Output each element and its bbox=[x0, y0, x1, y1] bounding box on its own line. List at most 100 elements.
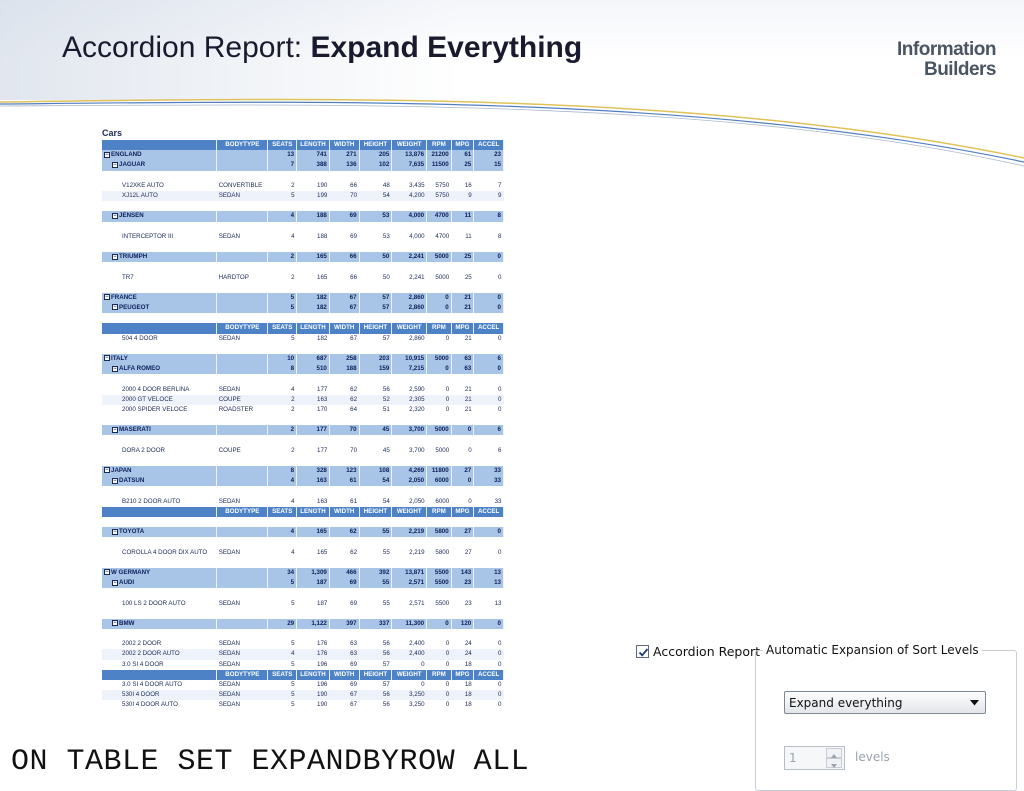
cell-height: 50 bbox=[382, 273, 390, 281]
table-row: 504 4 DOOR SEDAN 5 182 67 57 2,860 0 21 0 bbox=[102, 334, 504, 344]
cell-mpg: 27 bbox=[451, 466, 475, 477]
cell-width: 67 bbox=[329, 690, 360, 701]
cell-length: 187 bbox=[317, 599, 328, 607]
cell-width: 70 bbox=[329, 190, 360, 202]
cell-weight: 7,215 bbox=[391, 364, 428, 375]
group-row[interactable]: − TOYOTA 4 165 62 55 2,219 5800 27 0 bbox=[102, 527, 504, 538]
group-label-cell[interactable]: − ALFA ROMEO bbox=[102, 364, 218, 375]
group-row[interactable]: − AUDI 5 187 69 55 2,571 5500 23 13 bbox=[102, 578, 504, 589]
cell-weight: 3,700 bbox=[409, 446, 425, 454]
group-row[interactable]: − ALFA ROMEO 8 510 188 159 7,215 0 63 0 bbox=[102, 364, 504, 375]
collapse-toggle-icon[interactable]: − bbox=[112, 365, 118, 372]
collapse-toggle-icon[interactable]: − bbox=[112, 161, 118, 168]
spacer-cell bbox=[391, 557, 427, 568]
collapse-toggle-icon[interactable]: − bbox=[104, 569, 110, 576]
cell-seats: 4 bbox=[291, 497, 295, 505]
spacer-cell bbox=[296, 608, 330, 619]
column-header: MPG bbox=[451, 506, 475, 517]
group-label-cell[interactable]: − JENSEN bbox=[102, 211, 218, 222]
spacer-row bbox=[102, 201, 504, 212]
expansion-level-select[interactable]: Expand everything bbox=[784, 691, 986, 714]
collapse-toggle-icon[interactable]: − bbox=[112, 304, 118, 311]
spacer-cell bbox=[267, 516, 297, 528]
collapse-toggle-icon[interactable]: − bbox=[112, 579, 118, 586]
spacer-cell bbox=[426, 557, 452, 568]
group-row[interactable]: − MASERATI 2 177 70 45 3,700 5000 0 6 bbox=[102, 425, 504, 436]
group-row[interactable]: − JAPAN 8 328 123 108 4,269 11800 27 33 bbox=[102, 466, 504, 477]
cell-bodytype: ROADSTER bbox=[218, 405, 254, 413]
spacer-cell bbox=[216, 262, 268, 273]
group-label-cell[interactable]: − PEUGEOT bbox=[102, 303, 218, 314]
spacer-cell bbox=[329, 516, 360, 528]
collapse-toggle-icon[interactable]: − bbox=[104, 151, 110, 158]
cell-bodytype bbox=[216, 211, 269, 222]
group-row[interactable]: − PEUGEOT 5 182 67 57 2,860 0 21 0 bbox=[102, 303, 504, 314]
group-label: JAPAN bbox=[111, 467, 132, 475]
cell-seats: 13 bbox=[267, 150, 298, 161]
cell-seats: 5 bbox=[291, 599, 295, 607]
cell-weight: 2,400 bbox=[409, 640, 425, 648]
cell-length: 328 bbox=[296, 466, 330, 477]
group-label-cell[interactable]: − JAGUAR bbox=[102, 160, 218, 171]
spacer-cell bbox=[391, 241, 427, 253]
cell-seats: 5 bbox=[291, 681, 295, 689]
levels-spinner[interactable]: 1 bbox=[784, 746, 845, 770]
spacer-cell bbox=[451, 313, 474, 324]
group-label-cell[interactable]: − ENGLAND bbox=[102, 150, 218, 161]
group-label-cell[interactable]: − BMW bbox=[102, 618, 218, 629]
collapse-toggle-icon[interactable]: − bbox=[112, 620, 118, 627]
cell-mpg: 143 bbox=[451, 567, 475, 579]
car-name-cell: 2000 GT VELOCE bbox=[102, 394, 217, 405]
cell-bodytype bbox=[216, 353, 269, 365]
collapse-toggle-icon[interactable]: − bbox=[112, 253, 118, 260]
column-header: WEIGHT bbox=[391, 669, 428, 680]
group-label-cell[interactable]: − ITALY bbox=[102, 353, 218, 365]
cell-bodytype: COUPE bbox=[218, 446, 241, 454]
collapse-toggle-icon[interactable]: − bbox=[112, 528, 118, 535]
cell-height: 54 bbox=[359, 190, 392, 202]
group-label-cell[interactable]: − MASERATI bbox=[102, 425, 218, 436]
cell-seats: 10 bbox=[267, 353, 298, 365]
cell-width: 136 bbox=[329, 160, 360, 171]
group-row[interactable]: − JAGUAR 7 388 136 102 7,635 11500 25 15 bbox=[102, 160, 504, 171]
table-row: XJ12L AUTO SEDAN 5 199 70 54 4,200 5750 9 9 bbox=[102, 190, 504, 202]
group-row[interactable]: − ITALY 10 687 258 203 10,915 5000 63 6 bbox=[102, 353, 504, 365]
group-row[interactable]: − DATSUN 4 163 61 54 2,050 6000 0 33 bbox=[102, 476, 504, 487]
group-row[interactable]: − ENGLAND 13 741 271 205 13,876 21200 61 23 bbox=[102, 150, 504, 161]
collapse-toggle-icon[interactable]: − bbox=[112, 477, 118, 484]
group-row[interactable]: − FRANCE 5 182 67 57 2,860 0 21 0 bbox=[102, 292, 504, 303]
collapse-toggle-icon[interactable]: − bbox=[104, 294, 110, 301]
group-row[interactable]: − TRIUMPH 2 165 66 50 2,241 5000 25 0 bbox=[102, 252, 504, 263]
spacer-cell bbox=[359, 455, 392, 466]
spacer-cell bbox=[296, 516, 330, 528]
group-row[interactable]: − JENSEN 4 188 69 53 4,000 4700 11 8 bbox=[102, 211, 504, 222]
cell-bodytype bbox=[216, 303, 269, 314]
group-label-cell[interactable]: − W GERMANY bbox=[102, 567, 218, 579]
spin-down-button[interactable] bbox=[826, 758, 842, 768]
collapse-toggle-icon[interactable]: − bbox=[112, 426, 118, 433]
collapse-toggle-icon[interactable]: − bbox=[104, 355, 110, 362]
arrow-down-icon bbox=[831, 764, 837, 768]
cell-bodytype: SEDAN bbox=[218, 497, 241, 505]
group-row[interactable]: − BMW 29 1,122 397 337 11,300 0 120 0 bbox=[102, 618, 504, 629]
cell-rpm: 0 bbox=[426, 690, 452, 701]
collapse-toggle-icon[interactable]: − bbox=[112, 212, 118, 219]
group-label-cell[interactable]: − TRIUMPH bbox=[102, 252, 218, 263]
group-label-cell[interactable]: − TOYOTA bbox=[102, 527, 218, 538]
collapse-toggle-icon[interactable]: − bbox=[104, 467, 110, 474]
group-label-cell[interactable]: − DATSUN bbox=[102, 476, 218, 487]
spin-up-button[interactable] bbox=[826, 748, 842, 758]
spacer-cell bbox=[267, 201, 297, 212]
group-label-cell[interactable]: − AUDI bbox=[102, 578, 218, 589]
spacer-cell bbox=[359, 486, 392, 497]
accordion-report-option[interactable]: Accordion Report bbox=[636, 644, 760, 659]
cell-weight: 2,241 bbox=[391, 252, 428, 263]
cell-bodytype bbox=[216, 150, 269, 161]
spacer-cell bbox=[329, 170, 360, 181]
column-header: HEIGHT bbox=[359, 506, 393, 517]
group-label-cell[interactable]: − JAPAN bbox=[102, 466, 218, 477]
group-label-cell[interactable]: − FRANCE bbox=[102, 292, 218, 303]
group-row[interactable]: − W GERMANY 34 1,309 466 392 13,871 5500 143 13 bbox=[102, 567, 504, 579]
cell-length: 182 bbox=[296, 303, 330, 314]
accordion-report-checkbox[interactable] bbox=[636, 645, 649, 658]
